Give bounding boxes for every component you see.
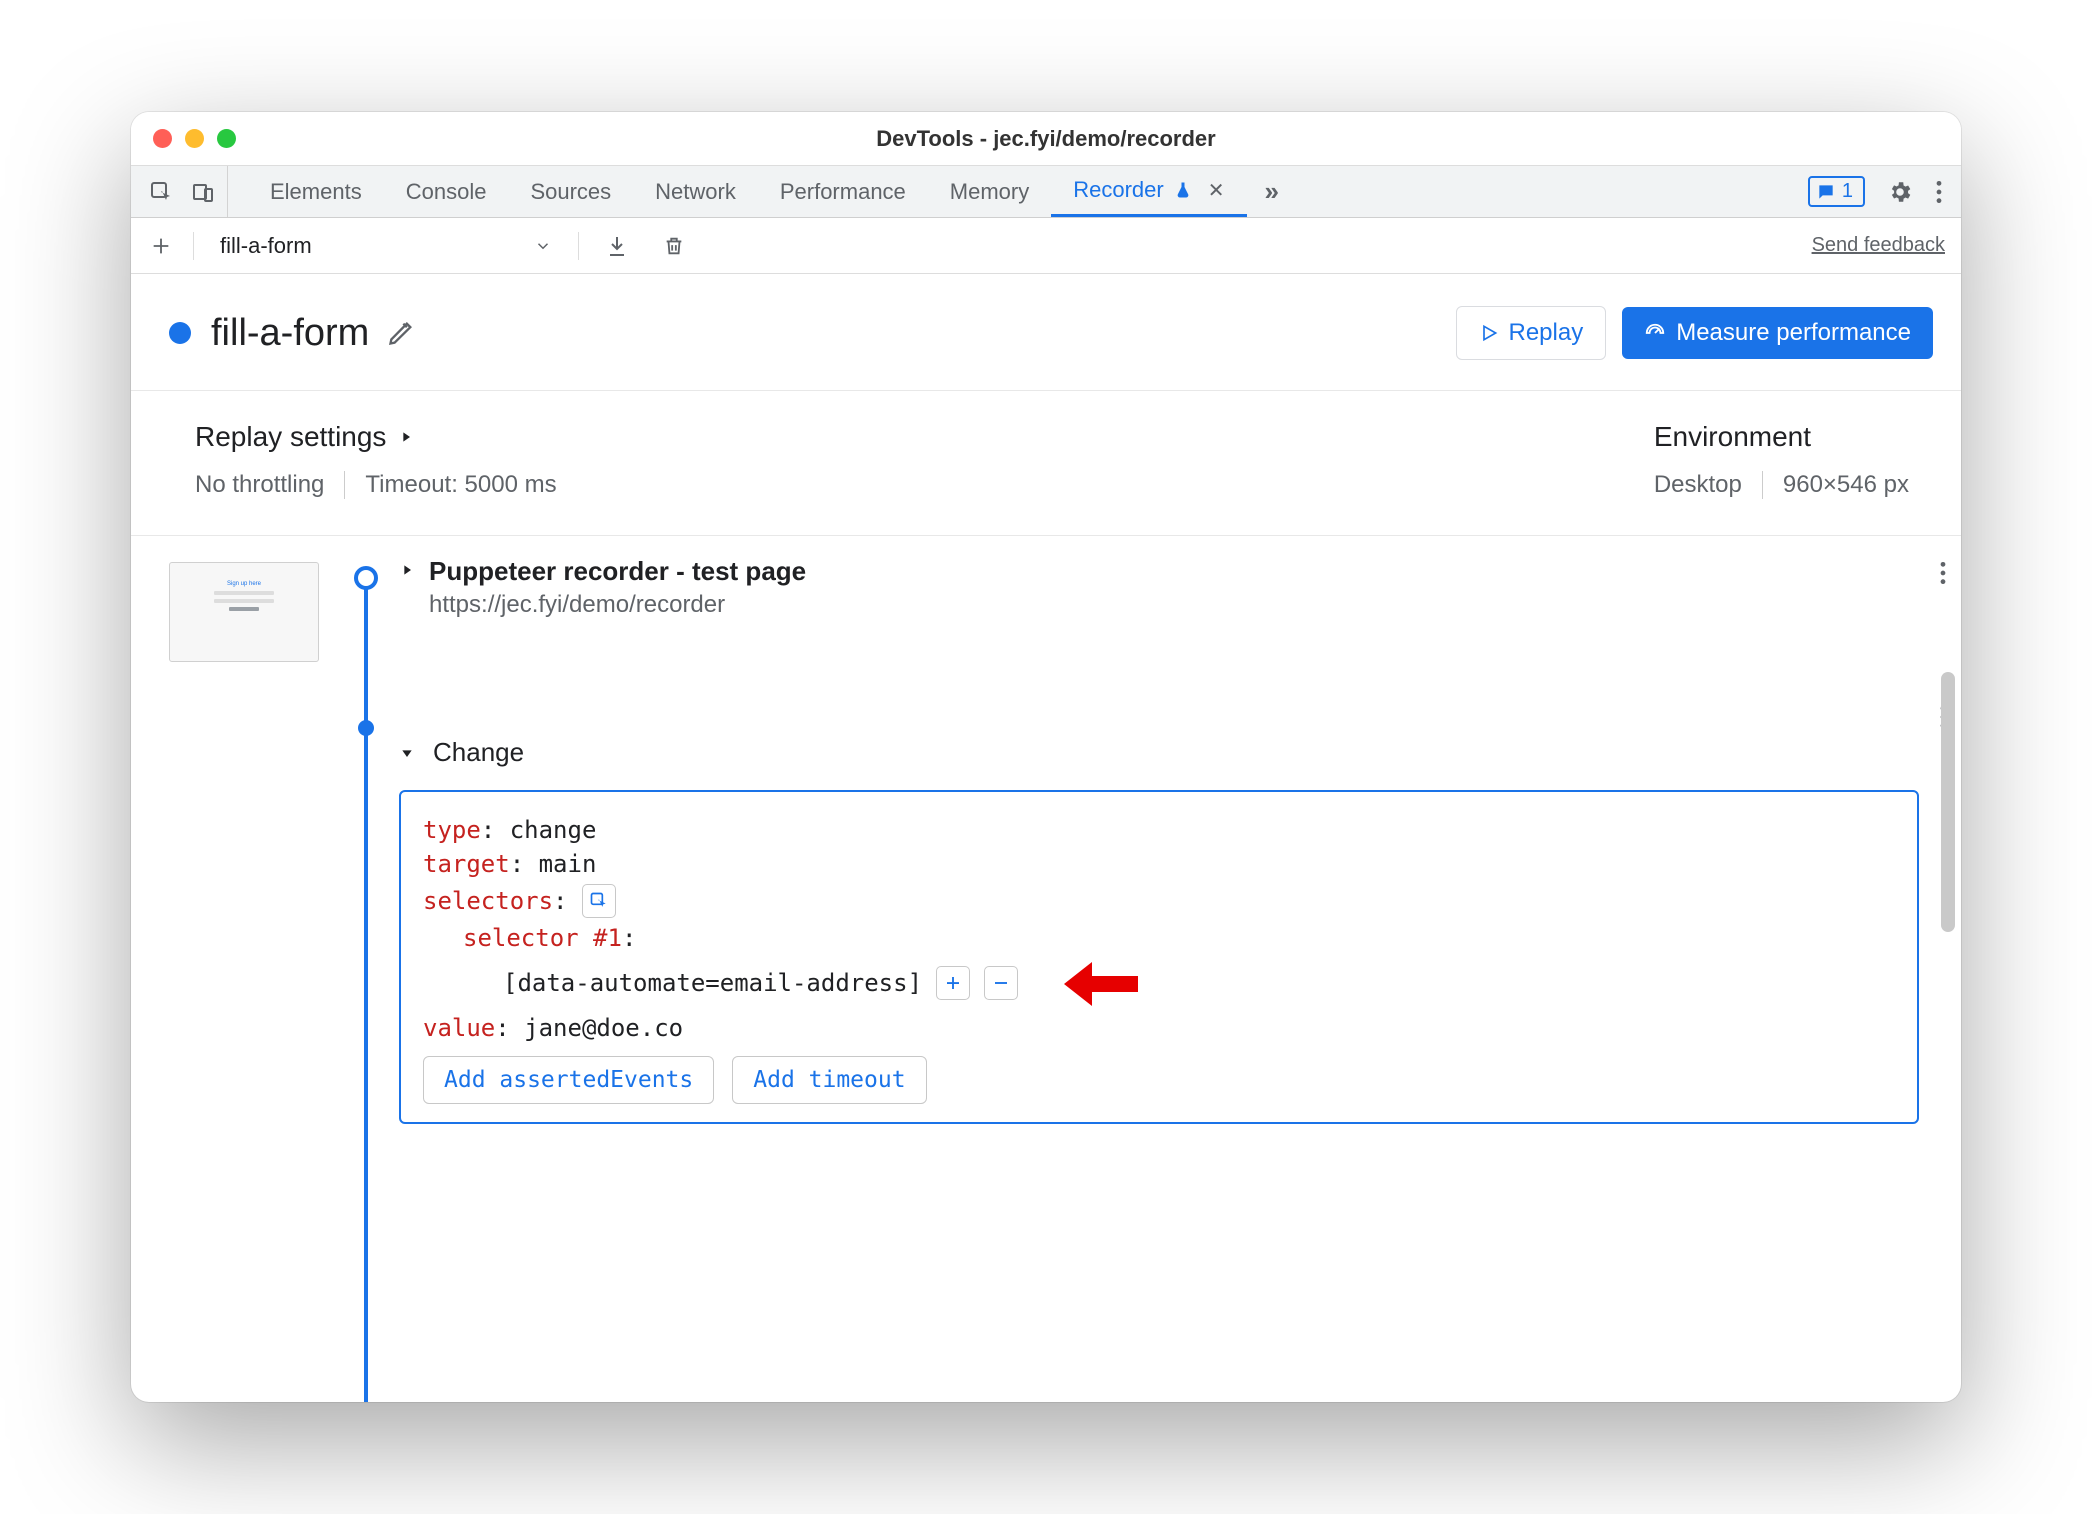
environment-heading: Environment [1654, 421, 1909, 453]
timeline-step-node [358, 720, 374, 736]
selectors-key: selectors [423, 887, 553, 915]
step-details-box: type: change target: main selectors: sel… [399, 790, 1919, 1124]
measure-performance-label: Measure performance [1676, 319, 1911, 347]
step-nav-title: Puppeteer recorder - test page [429, 556, 806, 587]
recording-status-dot [169, 322, 191, 344]
close-tab-icon[interactable]: ✕ [1208, 178, 1225, 203]
recording-selector[interactable]: fill-a-form [206, 233, 566, 259]
add-timeout-button[interactable]: Add timeout [732, 1056, 926, 1104]
step-change-label: Change [433, 737, 524, 768]
device-toolbar-icon[interactable] [191, 180, 215, 204]
caret-right-icon [399, 556, 415, 578]
tab-recorder[interactable]: Recorder ✕ [1051, 166, 1246, 217]
tab-memory[interactable]: Memory [928, 166, 1051, 217]
tab-sources[interactable]: Sources [508, 166, 633, 217]
issues-badge[interactable]: 1 [1808, 176, 1865, 207]
viewport-value: 960×546 px [1783, 471, 1909, 499]
window-controls [131, 129, 236, 148]
target-value[interactable]: main [539, 850, 597, 878]
scrollbar-thumb[interactable] [1941, 672, 1955, 932]
timeline-start-node [354, 566, 378, 590]
export-icon[interactable] [591, 234, 643, 258]
caret-right-icon [398, 429, 414, 445]
throttling-value: No throttling [195, 471, 324, 499]
value-key: value [423, 1014, 495, 1042]
replay-button-label: Replay [1509, 319, 1584, 347]
type-key: type [423, 816, 481, 844]
devtools-window: DevTools - jec.fyi/demo/recorder Element… [131, 112, 1961, 1402]
recording-selector-value: fill-a-form [220, 233, 312, 259]
step-thumbnail[interactable]: Sign up here [169, 562, 319, 662]
add-asserted-events-button[interactable]: Add assertedEvents [423, 1056, 714, 1104]
step-more-icon[interactable] [1939, 560, 1947, 586]
settings-gear-icon[interactable] [1887, 179, 1913, 205]
tab-console[interactable]: Console [384, 166, 509, 217]
device-value: Desktop [1654, 471, 1742, 499]
new-recording-button[interactable] [141, 235, 181, 257]
value-value[interactable]: jane@doe.co [524, 1014, 683, 1042]
edit-title-icon[interactable] [387, 319, 415, 347]
timeout-value: Timeout: 5000 ms [365, 471, 556, 499]
inspect-element-icon[interactable] [149, 180, 173, 204]
remove-selector-icon[interactable] [984, 966, 1018, 1000]
recorder-toolbar: fill-a-form Send feedback [131, 218, 1961, 274]
pick-selector-icon[interactable] [582, 884, 616, 918]
recorder-header: fill-a-form Replay Measure performance [131, 274, 1961, 391]
step-nav-url: https://jec.fyi/demo/recorder [429, 591, 806, 619]
tab-elements[interactable]: Elements [248, 166, 384, 217]
caret-down-icon [399, 745, 415, 761]
close-window-button[interactable] [153, 129, 172, 148]
recording-title: fill-a-form [211, 312, 369, 355]
chevron-down-icon [534, 237, 552, 255]
more-options-icon[interactable] [1935, 179, 1943, 205]
annotation-arrow-icon [1062, 958, 1132, 1008]
step-change-header[interactable]: Change [399, 737, 1919, 768]
maximize-window-button[interactable] [217, 129, 236, 148]
replay-button[interactable]: Replay [1456, 306, 1607, 360]
add-selector-icon[interactable] [936, 966, 970, 1000]
send-feedback-link[interactable]: Send feedback [1812, 234, 1945, 257]
tab-performance[interactable]: Performance [758, 166, 928, 217]
panel-tabs-row: Elements Console Sources Network Perform… [131, 166, 1961, 218]
selector1-value[interactable]: [data-automate=email-address] [503, 969, 922, 997]
timeline-line [364, 580, 368, 1402]
experiment-icon [1174, 181, 1192, 199]
step-navigate[interactable]: Puppeteer recorder - test page https://j… [399, 556, 1919, 619]
settings-row: Replay settings No throttling Timeout: 5… [131, 391, 1961, 536]
measure-performance-button[interactable]: Measure performance [1622, 307, 1933, 359]
target-key: target [423, 850, 510, 878]
delete-icon[interactable] [655, 234, 693, 258]
issues-count: 1 [1842, 180, 1853, 203]
type-value[interactable]: change [510, 816, 597, 844]
titlebar: DevTools - jec.fyi/demo/recorder [131, 112, 1961, 166]
window-title: DevTools - jec.fyi/demo/recorder [131, 126, 1961, 152]
selector1-key: selector #1 [463, 924, 622, 952]
tab-network[interactable]: Network [633, 166, 758, 217]
replay-settings-heading[interactable]: Replay settings [195, 421, 1654, 453]
minimize-window-button[interactable] [185, 129, 204, 148]
steps-area: Sign up here Puppeteer recorder [131, 536, 1961, 1402]
more-tabs-button[interactable]: » [1247, 166, 1297, 217]
